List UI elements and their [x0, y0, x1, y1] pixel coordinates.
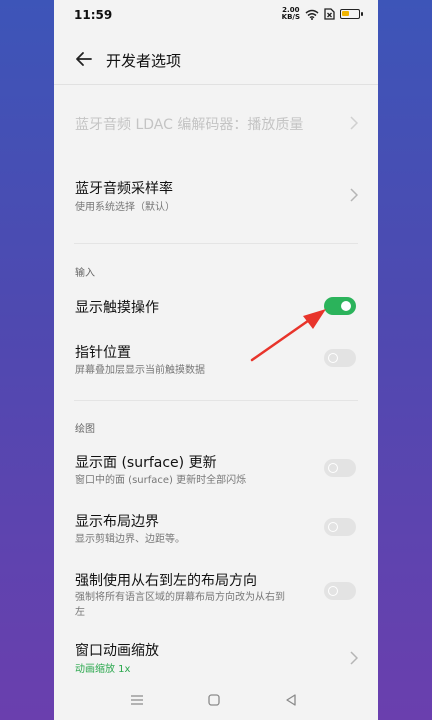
toggle-knob — [328, 353, 338, 363]
sample-rate-sub: 使用系统选择（默认） — [75, 202, 175, 213]
menu-icon[interactable] — [129, 692, 145, 708]
toggle-knob — [328, 586, 338, 596]
app-header: 开发者选项 — [54, 34, 378, 85]
no-sim-icon — [324, 8, 335, 20]
chevron-right-icon — [350, 116, 358, 130]
sample-rate-label: 蓝牙音频采样率 — [75, 181, 173, 197]
status-time: 11:59 — [74, 8, 113, 22]
rtl-layout-label: 强制使用从右到左的布局方向 — [75, 573, 257, 589]
status-icons: 2.00 KB/S — [282, 7, 363, 21]
chevron-right-icon — [350, 651, 358, 665]
layout-bounds-sub: 显示剪辑边界、边距等。 — [75, 534, 185, 545]
surface-updates-item[interactable]: 显示面 (surface) 更新 窗口中的面 (surface) 更新时全部闪烁 — [54, 444, 378, 494]
layout-bounds-item[interactable]: 显示布局边界 显示剪辑边界、边距等。 — [54, 503, 378, 553]
show-touches-item[interactable]: 显示触摸操作 — [54, 288, 378, 324]
pointer-location-label: 指针位置 — [75, 345, 131, 361]
toggle-knob — [328, 463, 338, 473]
surface-updates-sub: 窗口中的面 (surface) 更新时全部闪烁 — [75, 475, 247, 486]
home-square-icon[interactable] — [206, 692, 222, 708]
toggle-knob — [328, 522, 338, 532]
battery-fill — [342, 11, 349, 16]
window-anim-item[interactable]: 窗口动画缩放 动画缩放 1x — [54, 634, 378, 682]
section-input-title: 输入 — [75, 268, 95, 279]
rtl-layout-sub-line1: 强制将所有语言区域的屏幕布局方向改为从右到 — [75, 592, 285, 603]
pointer-location-toggle[interactable] — [324, 349, 356, 367]
show-touches-label: 显示触摸操作 — [75, 300, 159, 316]
divider — [74, 243, 358, 244]
window-anim-label: 窗口动画缩放 — [75, 643, 159, 659]
show-touches-toggle[interactable] — [324, 297, 356, 315]
surface-updates-label: 显示面 (surface) 更新 — [75, 455, 217, 471]
section-drawing-title: 绘图 — [75, 424, 95, 435]
rtl-layout-toggle[interactable] — [324, 582, 356, 600]
toggle-knob — [341, 301, 351, 311]
ldac-label: 蓝牙音频 LDAC 编解码器：播放质量 — [75, 117, 304, 133]
phone-screen: 11:59 2.00 KB/S 开发者选项 蓝牙音频 LDAC 编解码器：播放质… — [54, 0, 378, 720]
navigation-bar — [54, 684, 378, 720]
layout-bounds-label: 显示布局边界 — [75, 514, 159, 530]
wifi-icon — [305, 9, 319, 20]
pointer-location-sub: 屏幕叠加层显示当前触摸数据 — [75, 365, 205, 376]
back-triangle-icon[interactable] — [283, 692, 299, 708]
net-speed: 2.00 KB/S — [282, 7, 300, 21]
net-speed-unit: KB/S — [281, 13, 300, 21]
ldac-codec-item: 蓝牙音频 LDAC 编解码器：播放质量 — [54, 100, 378, 146]
rtl-layout-sub-line2: 左 — [75, 607, 85, 618]
page-title: 开发者选项 — [106, 52, 182, 70]
window-anim-sub: 动画缩放 1x — [75, 664, 131, 675]
layout-bounds-toggle[interactable] — [324, 518, 356, 536]
surface-updates-toggle[interactable] — [324, 459, 356, 477]
rtl-layout-item[interactable]: 强制使用从右到左的布局方向 强制将所有语言区域的屏幕布局方向改为从右到 左 — [54, 562, 378, 628]
battery-icon — [340, 9, 363, 19]
arrow-left-icon[interactable] — [74, 49, 94, 69]
chevron-right-icon — [350, 188, 358, 202]
sample-rate-item[interactable]: 蓝牙音频采样率 使用系统选择（默认） — [54, 168, 378, 224]
status-bar: 11:59 2.00 KB/S — [54, 0, 378, 30]
pointer-location-item[interactable]: 指针位置 屏幕叠加层显示当前触摸数据 — [54, 334, 378, 384]
divider — [74, 400, 358, 401]
